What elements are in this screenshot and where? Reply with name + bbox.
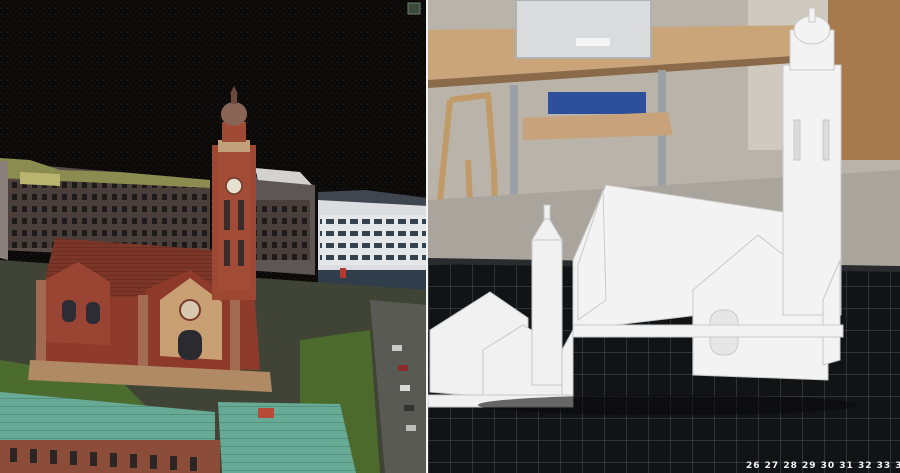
blue-box — [548, 92, 646, 114]
container-label — [576, 38, 610, 46]
church-3d-scan-panel — [0, 0, 428, 473]
plastic-container — [515, 0, 652, 59]
viewer-nav-icon — [407, 2, 421, 15]
printed-models-scene: 26 27 28 29 30 31 32 33 34 35 36 — [428, 0, 900, 473]
church-scan-scene — [0, 0, 428, 473]
model-shadow — [478, 395, 858, 415]
printed-models-photo-panel: 26 27 28 29 30 31 32 33 34 35 36 — [428, 0, 900, 473]
cutting-mat-ruler-numbers: 26 27 28 29 30 31 32 33 34 35 36 — [746, 461, 900, 471]
